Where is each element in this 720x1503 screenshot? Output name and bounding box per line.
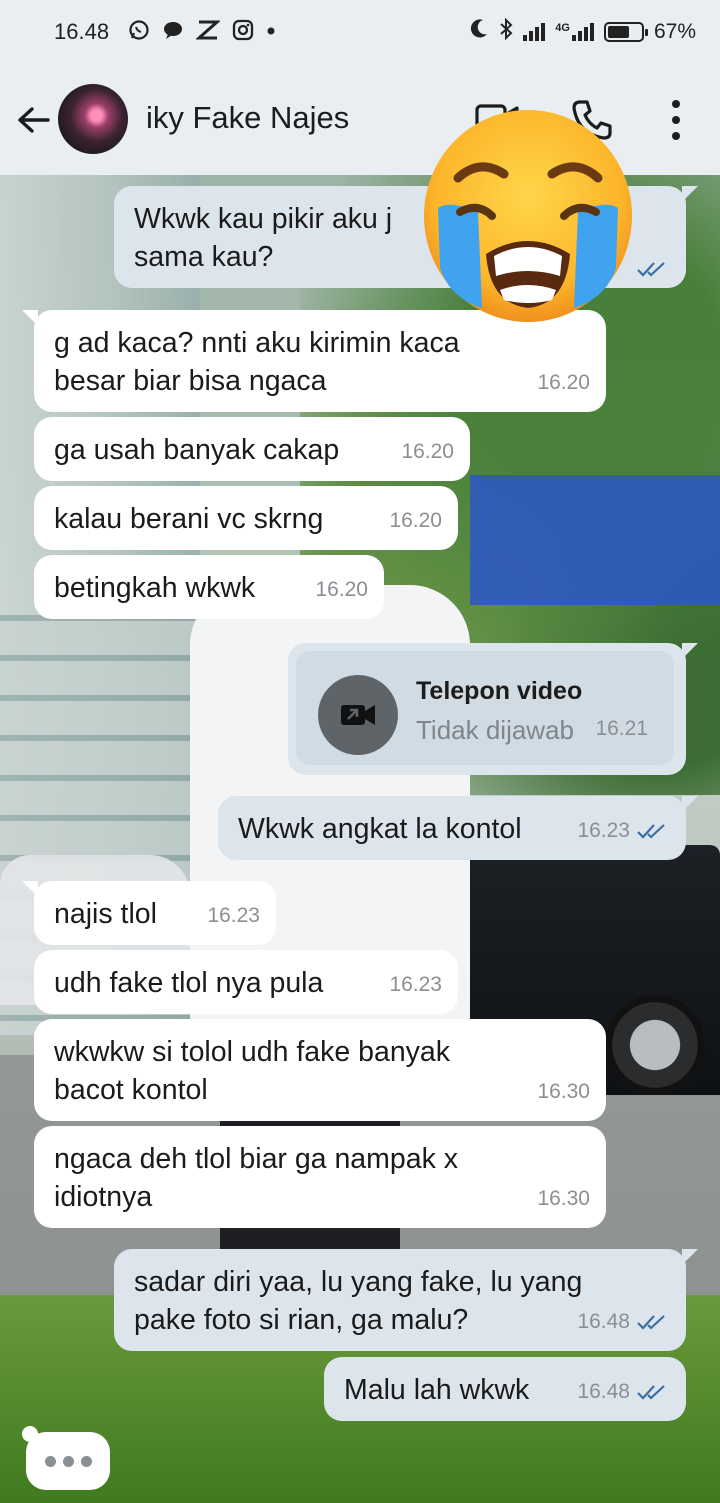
message-text: udh fake tlol nya pula [54, 967, 324, 999]
loudly-crying-face-emoji [424, 110, 632, 322]
x-app-icon [195, 19, 221, 47]
status-bar: 16.48 4G 67% [0, 0, 720, 66]
message-time: 16.48 [577, 1380, 630, 1403]
message-incoming[interactable]: kalau berani vc skrng 16.20 [34, 486, 458, 550]
call-title: Telepon video [416, 677, 583, 705]
bluetooth-icon [499, 17, 513, 46]
message-time: 16.23 [577, 819, 630, 842]
message-time: 16.23 [389, 973, 442, 996]
4g-signal-icon: 4G [555, 23, 594, 41]
notification-icons [128, 19, 276, 47]
message-incoming[interactable]: najis tlol 16.23 [22, 881, 276, 945]
call-status: Tidak dijawab [416, 715, 575, 745]
message-outgoing[interactable]: Wkwk angkat la kontol 16.23 [218, 796, 698, 860]
back-icon[interactable] [14, 100, 54, 140]
message-time: 16.20 [401, 440, 454, 463]
message-meta [636, 260, 668, 278]
message-text: g ad kaca? nnti aku kirimin kaca besar b… [54, 327, 460, 397]
message-text: kalau berani vc skrng [54, 503, 324, 535]
typing-dots-icon [22, 1426, 110, 1490]
message-incoming[interactable]: ngaca deh tlol biar ga nampak x idiotnya… [34, 1126, 606, 1228]
battery-icon [603, 22, 648, 42]
message-time: 16.20 [315, 578, 368, 601]
message-outgoing[interactable]: sadar diri yaa, lu yang fake, lu yang pa… [114, 1249, 698, 1351]
message-outgoing[interactable]: Malu lah wkwk 16.48 [324, 1357, 686, 1421]
message-time: 16.30 [537, 1080, 590, 1103]
signal-icon [523, 23, 546, 41]
message-incoming[interactable]: betingkah wkwk 16.20 [34, 555, 384, 619]
message-time: 16.30 [537, 1187, 590, 1210]
message-text: wkwkw si tolol udh fake banyak bacot kon… [54, 1036, 451, 1106]
message-text: ga usah banyak cakap [54, 434, 340, 466]
call-card-inner: Telepon video Tidak dijawab 16.21 [296, 651, 674, 765]
read-ticks-icon [637, 1315, 665, 1330]
read-ticks-icon [637, 262, 665, 277]
missed-video-call-icon[interactable] [318, 675, 398, 755]
message-meta: 16.23 [577, 812, 668, 850]
more-options-icon[interactable] [664, 100, 688, 140]
contact-name[interactable]: iky Fake Najes [146, 100, 349, 136]
whatsapp-icon [128, 19, 150, 47]
message-time: 16.20 [537, 371, 590, 394]
call-time: 16.21 [595, 717, 648, 740]
missed-video-call-card[interactable]: Telepon video Tidak dijawab 16.21 [288, 643, 698, 775]
chat-bubble-icon [162, 19, 184, 47]
message-meta: 16.48 [577, 1373, 668, 1411]
message-incoming[interactable]: udh fake tlol nya pula 16.23 [34, 950, 458, 1014]
system-icons: 4G 67% [469, 17, 696, 46]
read-ticks-icon [637, 1385, 665, 1400]
message-incoming[interactable]: wkwkw si tolol udh fake banyak bacot kon… [34, 1019, 606, 1121]
message-time: 16.48 [577, 1310, 630, 1333]
message-time: 16.20 [389, 509, 442, 532]
battery-percent: 67% [653, 20, 696, 43]
message-text: ngaca deh tlol biar ga nampak x idiotnya [54, 1143, 459, 1213]
read-ticks-icon [637, 824, 665, 839]
avatar[interactable] [58, 84, 128, 154]
instagram-icon [232, 19, 254, 47]
moon-icon [469, 18, 489, 46]
dot-icon [266, 19, 276, 47]
message-incoming[interactable]: ga usah banyak cakap 16.20 [34, 417, 470, 481]
message-meta: 16.48 [577, 1303, 668, 1341]
message-time: 16.23 [207, 904, 260, 927]
status-time: 16.48 [54, 19, 110, 44]
